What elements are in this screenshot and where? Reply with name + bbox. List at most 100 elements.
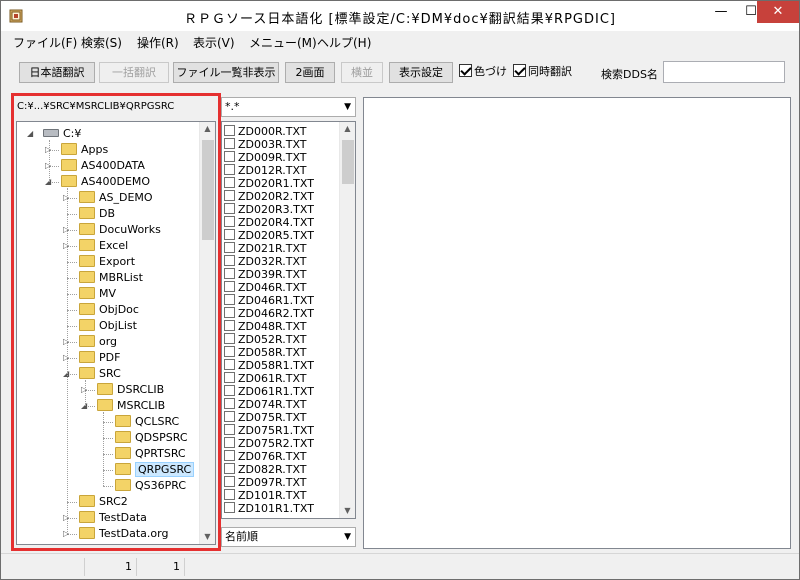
file-list-item[interactable]: ZD101R1.TXT — [224, 502, 314, 515]
menu-menu[interactable]: メニュー(M) — [249, 34, 317, 51]
checkbox-icon[interactable] — [224, 398, 235, 409]
tree-node[interactable]: DocuWorks — [79, 222, 161, 238]
preview-pane[interactable] — [363, 97, 791, 549]
tree-node[interactable]: AS400DATA — [61, 158, 145, 174]
checkbox-icon[interactable] — [224, 359, 235, 370]
file-list-item[interactable]: ZD075R1.TXT — [224, 424, 314, 437]
file-list-item[interactable]: ZD039R.TXT — [224, 268, 307, 281]
tree-node[interactable]: Export — [79, 254, 135, 270]
checkbox-icon[interactable] — [224, 281, 235, 292]
file-list-item[interactable]: ZD046R2.TXT — [224, 307, 314, 320]
checkbox-icon[interactable] — [224, 307, 235, 318]
scroll-up-icon[interactable]: ▲ — [200, 122, 215, 136]
batch-translate-button[interactable]: 一括翻訳 — [99, 62, 169, 83]
checkbox-icon[interactable] — [224, 476, 235, 487]
tree-node[interactable]: TestData.org — [79, 526, 168, 542]
file-list-item[interactable]: ZD101R.TXT — [224, 489, 307, 502]
close-button[interactable]: ✕ — [757, 1, 799, 23]
menu-search[interactable]: 検索(S) — [81, 34, 122, 51]
tree-node[interactable]: DB — [79, 206, 115, 222]
file-list-item[interactable]: ZD046R1.TXT — [224, 294, 314, 307]
file-list[interactable]: ZD000R.TXT ZD003R.TXT ZD009R.TXT ZD012R.TXT… — [221, 121, 356, 519]
display-settings-button[interactable]: 表示設定 — [389, 62, 453, 83]
file-list-item[interactable]: ZD048R.TXT — [224, 320, 307, 333]
checkbox-icon[interactable] — [224, 203, 235, 214]
tree-node[interactable]: MV — [79, 286, 116, 302]
tree-node[interactable]: QPRTSRC — [115, 446, 186, 462]
scroll-down-icon[interactable]: ▼ — [340, 504, 355, 518]
file-list-item[interactable]: ZD003R.TXT — [224, 138, 307, 151]
file-list-item[interactable]: ZD058R1.TXT — [224, 359, 314, 372]
file-list-item[interactable]: ZD075R.TXT — [224, 411, 307, 424]
checkbox-icon[interactable] — [224, 255, 235, 266]
checkbox-icon[interactable] — [224, 424, 235, 435]
file-list-item[interactable]: ZD052R.TXT — [224, 333, 307, 346]
menu-file[interactable]: ファイル(F) — [13, 34, 77, 51]
tree-scrollbar[interactable]: ▲ ▼ — [199, 122, 215, 544]
hide-file-list-button[interactable]: ファイル一覧非表示 — [173, 62, 279, 83]
file-list-item[interactable]: ZD020R2.TXT — [224, 190, 314, 203]
tree-node[interactable]: AS400DEMO — [61, 174, 150, 190]
checkbox-icon[interactable] — [224, 437, 235, 448]
tree-node[interactable]: ObjList — [79, 318, 137, 334]
scroll-down-icon[interactable]: ▼ — [200, 530, 215, 544]
checkbox-icon[interactable] — [224, 294, 235, 305]
file-list-item[interactable]: ZD012R.TXT — [224, 164, 307, 177]
tree-node[interactable]: QCLSRC — [115, 414, 179, 430]
checkbox-icon[interactable] — [224, 320, 235, 331]
file-list-item[interactable]: ZD061R.TXT — [224, 372, 307, 385]
file-list-item[interactable]: ZD058R.TXT — [224, 346, 307, 359]
folder-tree[interactable]: ◢ C:¥ ▷ Apps ▷ AS400DATA ◢ AS400DEMO ▷ AS_DEMO DB ▷… — [16, 121, 216, 545]
checkbox-icon[interactable] — [224, 190, 235, 201]
file-list-item[interactable]: ZD075R2.TXT — [224, 437, 314, 450]
tree-node[interactable]: TestData — [79, 510, 147, 526]
file-list-scrollbar[interactable]: ▲ ▼ — [339, 122, 355, 518]
checkbox-icon[interactable] — [224, 411, 235, 422]
checkbox-icon[interactable] — [224, 177, 235, 188]
colorize-checkbox[interactable]: 色づけ — [459, 64, 507, 80]
tree-node[interactable]: MSRCLIB — [97, 398, 165, 414]
checkbox-icon[interactable] — [224, 242, 235, 253]
tree-collapse-icon[interactable]: ◢ — [27, 130, 35, 138]
file-list-item[interactable]: ZD020R3.TXT — [224, 203, 314, 216]
tree-node[interactable]: MBRList — [79, 270, 143, 286]
title-bar[interactable]: ＲＰＧソース日本語化 [標準設定/C:¥DM¥doc¥翻訳結果¥RPGDIC] … — [1, 1, 799, 31]
search-dds-input[interactable] — [663, 61, 785, 83]
two-screen-button[interactable]: 2画面 — [285, 62, 335, 83]
tree-node[interactable]: Excel — [79, 238, 128, 254]
menu-view[interactable]: 表示(V) — [193, 34, 235, 51]
tree-node[interactable]: QS36PRC — [115, 478, 186, 494]
file-list-item[interactable]: ZD009R.TXT — [224, 151, 307, 164]
checkbox-icon[interactable] — [224, 450, 235, 461]
checkbox-icon[interactable] — [224, 164, 235, 175]
tree-node[interactable]: org — [79, 334, 117, 350]
tree-node[interactable]: DSRCLIB — [97, 382, 164, 398]
file-list-item[interactable]: ZD046R.TXT — [224, 281, 307, 294]
checkbox-icon[interactable] — [224, 125, 235, 136]
scroll-up-icon[interactable]: ▲ — [340, 122, 355, 136]
translate-button[interactable]: 日本語翻訳 — [19, 62, 95, 83]
checkbox-icon[interactable] — [224, 333, 235, 344]
tree-node[interactable]: AS_DEMO — [79, 190, 153, 206]
checkbox-icon[interactable] — [224, 151, 235, 162]
file-list-item[interactable]: ZD020R5.TXT — [224, 229, 314, 242]
tree-node[interactable]: QRPGSRC — [115, 462, 195, 478]
file-list-item[interactable]: ZD076R.TXT — [224, 450, 307, 463]
file-list-item[interactable]: ZD082R.TXT — [224, 463, 307, 476]
checkbox-icon[interactable] — [224, 372, 235, 383]
file-list-item[interactable]: ZD074R.TXT — [224, 398, 307, 411]
tree-node[interactable]: Apps — [61, 142, 108, 158]
file-list-item[interactable]: ZD020R1.TXT — [224, 177, 314, 190]
file-list-item[interactable]: ZD020R4.TXT — [224, 216, 314, 229]
checkbox-icon[interactable] — [224, 346, 235, 357]
file-list-item[interactable]: ZD061R1.TXT — [224, 385, 314, 398]
checkbox-icon[interactable] — [224, 463, 235, 474]
file-list-item[interactable]: ZD032R.TXT — [224, 255, 307, 268]
tree-node[interactable]: QDSPSRC — [115, 430, 188, 446]
minimize-button[interactable]: — — [706, 1, 736, 23]
checkbox-icon[interactable] — [224, 502, 235, 513]
checkbox-icon[interactable] — [224, 216, 235, 227]
menu-operation[interactable]: 操作(R) — [137, 34, 179, 51]
checkbox-icon[interactable] — [224, 268, 235, 279]
checkbox-icon[interactable] — [224, 385, 235, 396]
